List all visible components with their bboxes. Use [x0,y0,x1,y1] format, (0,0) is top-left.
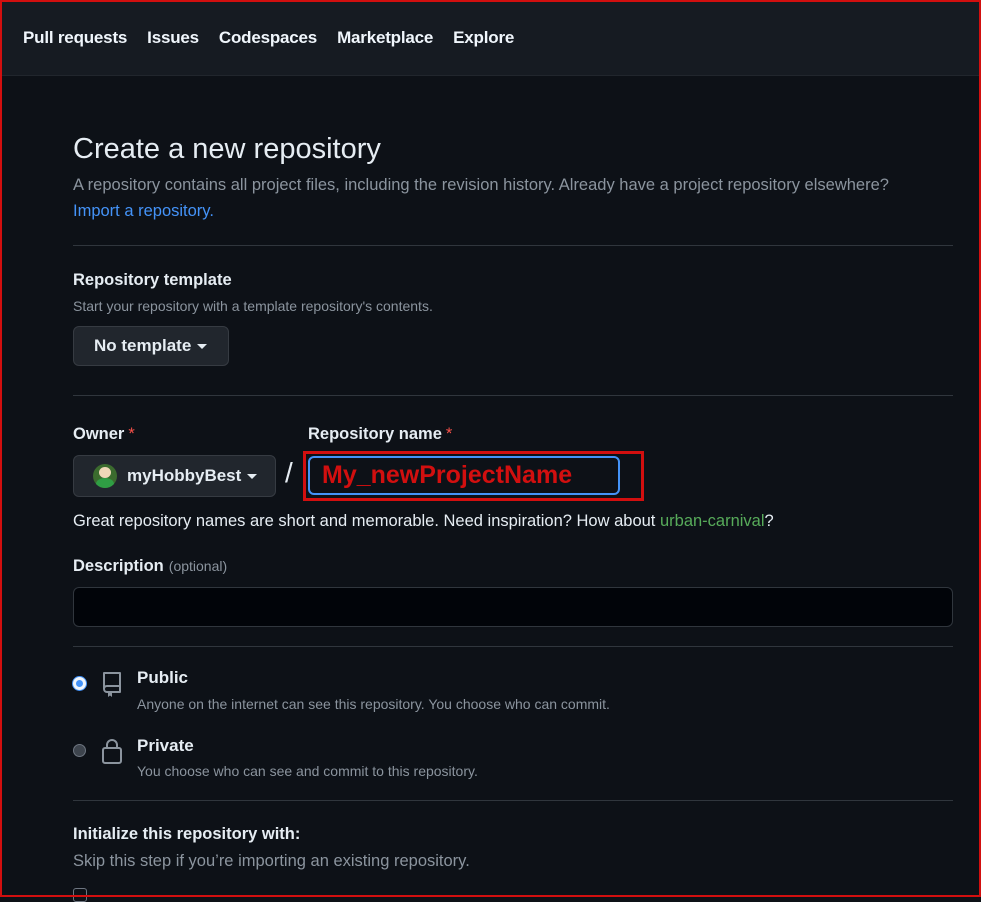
optional-note: (optional) [168,558,228,574]
suggested-name-link[interactable]: urban-carnival [660,512,765,530]
avatar [93,464,117,488]
template-note: Start your repository with a template re… [73,298,433,314]
top-nav: Pull requests Issues Codespaces Marketpl… [0,0,981,76]
nav-marketplace[interactable]: Marketplace [337,28,433,48]
hint-suffix: ? [764,512,774,530]
public-description: Anyone on the internet can see this repo… [137,696,610,712]
hint-text: Great repository names are short and mem… [73,512,660,530]
initialize-label: Initialize this repository with: [73,825,301,843]
add-readme-checkbox[interactable] [73,888,87,902]
nav-pull-requests[interactable]: Pull requests [23,28,127,48]
owner-label-text: Owner [73,425,125,443]
public-title: Public [137,668,189,687]
repo-icon [103,672,121,697]
owner-label: Owner * [73,425,135,444]
initialize-note: Skip this step if you’re importing an ex… [73,852,470,870]
required-marker: * [128,425,135,443]
divider [73,800,953,801]
import-repository-link[interactable]: Import a repository. [73,202,214,221]
required-marker: * [445,425,453,443]
nav-issues[interactable]: Issues [147,28,199,48]
divider [73,245,953,246]
description-label-text: Description [73,557,164,575]
lock-icon [102,739,122,764]
private-radio[interactable] [73,744,86,757]
repo-name-label-text: Repository name [308,425,442,443]
divider [73,646,953,647]
private-description: You choose who can see and commit to thi… [137,763,478,779]
nav-codespaces[interactable]: Codespaces [219,28,317,48]
visibility-option-public[interactable]: Public Anyone on the internet can see th… [73,668,773,718]
visibility-option-private[interactable]: Private You choose who can see and commi… [73,736,773,786]
description-label: Description (optional) [73,557,227,576]
page-subtitle: A repository contains all project files,… [73,176,889,194]
owner-value: myHobbyBest [127,466,242,485]
description-input[interactable] [73,587,953,627]
nav-explore[interactable]: Explore [453,28,514,48]
template-dropdown-button[interactable]: No template [73,326,229,366]
caret-down-icon [247,473,258,479]
owner-repo-separator: / [285,457,293,488]
template-label: Repository template [73,271,232,289]
template-button-label: No template [94,336,192,355]
page-title: Create a new repository [73,133,381,165]
private-title: Private [137,736,194,755]
repository-name-input[interactable] [308,456,620,495]
repo-name-hint: Great repository names are short and mem… [73,512,774,531]
divider [73,395,953,396]
repo-name-label: Repository name * [308,425,452,444]
caret-down-icon [197,343,208,349]
public-radio[interactable] [73,677,86,690]
owner-dropdown-button[interactable]: myHobbyBest [73,455,276,497]
